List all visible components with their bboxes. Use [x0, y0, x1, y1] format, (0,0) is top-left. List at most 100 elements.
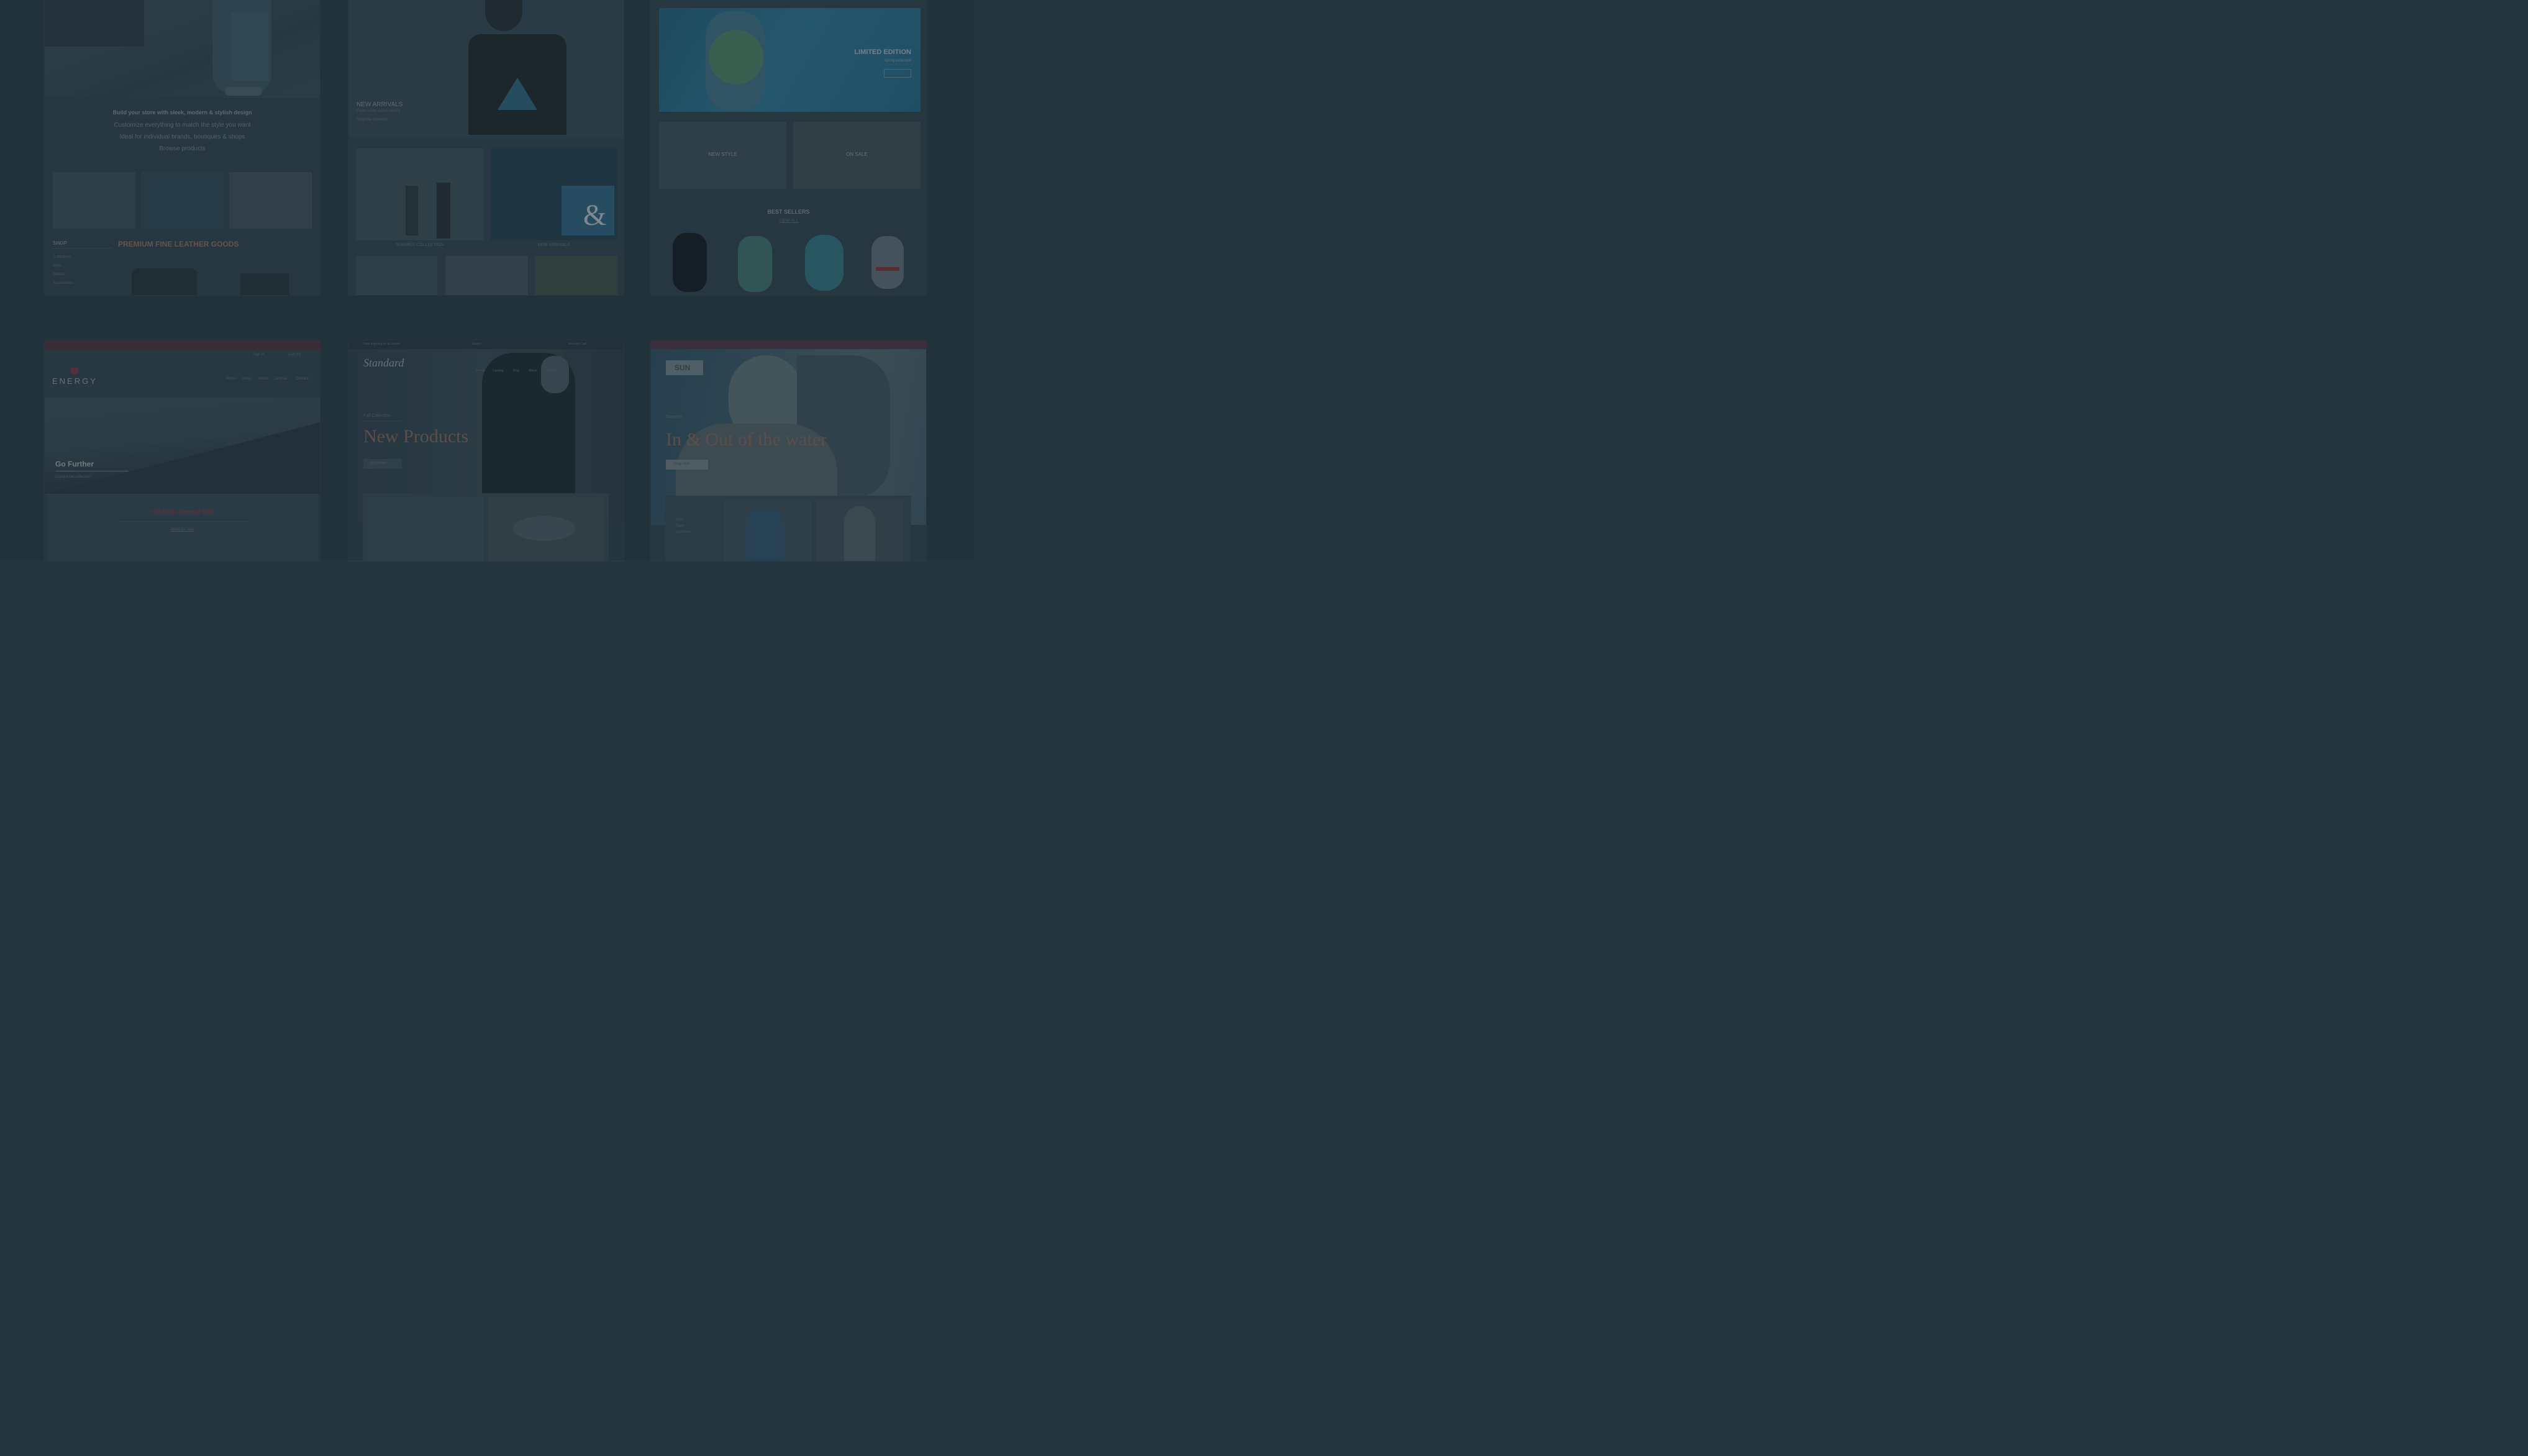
mountain-shape [45, 422, 320, 494]
figure-2 [437, 183, 450, 239]
wallet-image[interactable] [240, 273, 289, 295]
top-bar-search[interactable]: Search [471, 342, 481, 346]
hero-button-label: Shop now [370, 462, 386, 465]
product-watch[interactable] [805, 235, 843, 291]
collection-tile[interactable]: & [490, 148, 617, 240]
product-watch[interactable] [738, 236, 772, 292]
shoe-shape [225, 87, 262, 96]
top-bar [45, 340, 320, 350]
tile-caption: NEW ARRIVALS [537, 243, 570, 247]
theme-preview-watch[interactable]: LIMITED EDITION Spring collection NEW ST… [651, 0, 926, 295]
product-tile[interactable] [229, 172, 312, 229]
watch-face [709, 30, 763, 84]
product-tile[interactable] [488, 498, 604, 561]
theme-preview-tshirt[interactable]: NEW ARRIVALS Fresh styles added weekly S… [348, 0, 624, 295]
product-tile[interactable] [368, 498, 483, 561]
product-tile[interactable] [816, 500, 903, 561]
promo-link[interactable]: Shop the sale [45, 528, 320, 532]
nav-item[interactable]: Journal [275, 377, 287, 381]
logo-box[interactable]: SUN [666, 360, 703, 375]
content-panel [47, 494, 317, 561]
best-sellers-link[interactable]: VIEW ALL [651, 219, 926, 223]
nav-item[interactable]: About [258, 377, 268, 381]
product-tile[interactable] [445, 256, 528, 295]
card-text: New [676, 518, 684, 522]
nav-item[interactable]: Shop [242, 377, 251, 381]
product-tile[interactable] [141, 172, 224, 229]
bowl-shape [513, 516, 575, 541]
nav-item[interactable]: About [529, 369, 537, 373]
sidebar-item[interactable]: Bags [53, 264, 61, 268]
card-text: Collection [676, 530, 693, 534]
hero-title: NEW ARRIVALS [357, 101, 403, 108]
top-bar-right[interactable]: Account Cart [568, 342, 586, 346]
collection-tile[interactable] [356, 148, 484, 240]
theme-preview-energy[interactable]: Sign in Cart (0) ENERGY Home Shop About … [45, 340, 320, 561]
swimsuit-figure [844, 506, 875, 561]
nav-item[interactable]: Contact [296, 377, 309, 381]
product-tile[interactable] [53, 172, 135, 229]
tagline-1: Build your store with sleek, modern & st… [112, 109, 252, 116]
hero-title: New Products [363, 426, 469, 447]
ampersand-icon: & [583, 199, 607, 232]
sidebar-item[interactable]: Accessories [53, 281, 73, 285]
bag-image[interactable] [132, 268, 197, 295]
product-tile[interactable] [724, 500, 811, 561]
hero-kicker: Fall Collection [363, 414, 391, 418]
hero-title: In & Out of the water [666, 429, 827, 450]
hero-button-label: Shop now [673, 462, 690, 466]
theme-preview-standard[interactable]: Free shipping on all orders Search Accou… [348, 340, 624, 561]
product-tile[interactable] [535, 256, 617, 295]
nav-item[interactable]: Catalog [493, 369, 503, 373]
hero-button[interactable]: Shop now [666, 460, 708, 470]
product-watch[interactable] [871, 236, 904, 289]
hero-banner: LIMITED EDITION Spring collection [659, 8, 921, 112]
model-head [485, 0, 522, 31]
hero-subtitle: Explore the collection [55, 475, 91, 479]
best-sellers-title: BEST SELLERS [767, 209, 810, 215]
hero-link[interactable]: Shop the collection [357, 118, 388, 122]
promo-banner[interactable]: NEW STYLE [659, 122, 786, 189]
promo-divider [116, 521, 248, 522]
tagline-3: Ideal for individual brands, boutiques &… [119, 134, 245, 140]
tshirt-graphic [498, 78, 537, 110]
promo-label: NEW STYLE [708, 152, 737, 157]
hero-title: Go Further [55, 460, 94, 468]
hero-title: LIMITED EDITION [854, 48, 911, 56]
promo-banner[interactable]: ON SALE [793, 122, 921, 189]
model-face [541, 356, 569, 393]
tile-caption: SUMMER COLLECTION [396, 243, 444, 247]
promo-label: ON SALE [846, 152, 868, 157]
hero-kicker: Summer [666, 415, 683, 419]
top-bar-left: Free shipping on all orders [363, 342, 401, 346]
watch-stripe [876, 267, 899, 271]
nav-item[interactable]: Home [226, 377, 236, 381]
figure-1 [406, 186, 418, 235]
theme-preview-leather[interactable]: Build your store with sleek, modern & st… [45, 0, 320, 295]
logo[interactable]: ENERGY [52, 376, 98, 386]
hero-image [45, 0, 320, 98]
hero-button[interactable]: Shop now [363, 459, 402, 469]
hero-button[interactable] [884, 69, 911, 78]
section-title: PREMIUM FINE LEATHER GOODS [118, 240, 239, 248]
nav-item[interactable]: Contact [546, 369, 557, 373]
hero-image [348, 0, 624, 138]
sidebar-item[interactable]: Collections [53, 255, 71, 259]
hero-dark-panel [45, 0, 144, 47]
hero-subtitle: Spring collection [883, 59, 911, 63]
tagline-4[interactable]: Browse products [45, 145, 320, 152]
sidebar-title: SHOP [53, 240, 67, 246]
nav-item[interactable]: Blog [513, 369, 519, 373]
sign-in-link[interactable]: Sign in [253, 353, 264, 357]
product-watch[interactable] [673, 233, 707, 292]
product-tile[interactable] [356, 256, 437, 295]
logo[interactable]: Standard [363, 357, 404, 370]
theme-gallery: Build your store with sleek, modern & st… [0, 0, 974, 561]
hero-image [45, 398, 320, 494]
hero-subtitle: Fresh styles added weekly [357, 109, 401, 113]
cart-link[interactable]: Cart (0) [288, 353, 301, 357]
logo-icon [71, 368, 78, 374]
nav-item[interactable]: Home [476, 369, 484, 373]
sidebar-item[interactable]: Wallets [53, 273, 65, 276]
theme-preview-beach[interactable]: SUN Summer In & Out of the water Shop no… [651, 340, 926, 561]
